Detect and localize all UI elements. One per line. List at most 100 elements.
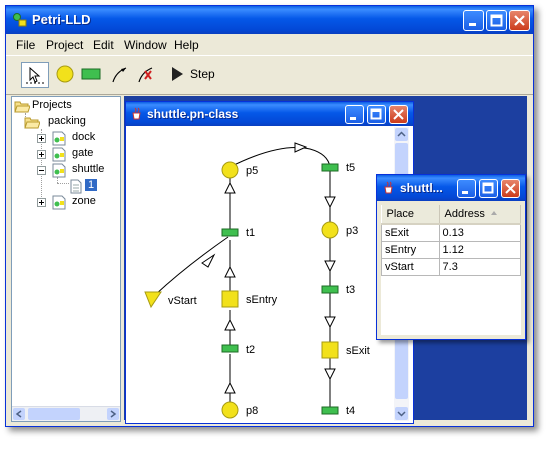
label-sexit: sExit — [346, 345, 370, 357]
table-maximize-button[interactable] — [479, 179, 498, 198]
arc-tool-button[interactable] — [109, 62, 131, 88]
tree-label: zone — [72, 195, 96, 207]
cell-address[interactable]: 7.3 — [438, 258, 522, 276]
arrowhead — [294, 142, 308, 153]
main-titlebar[interactable]: Petri-LLD — [6, 6, 533, 34]
petri-logo-icon — [13, 13, 27, 27]
tree-horizontal-scrollbar[interactable] — [12, 406, 120, 421]
table-window-titlebar[interactable]: shuttl... — [377, 175, 525, 201]
address-table-area: Place Address sExit 0.13 sEntry 1.12 vSt… — [381, 205, 522, 335]
sort-icon — [490, 211, 497, 215]
close-icon — [393, 109, 404, 120]
cell-place[interactable]: vStart — [381, 258, 440, 276]
label-sentry: sEntry — [246, 294, 278, 306]
transition-t5[interactable] — [321, 163, 339, 172]
minimize-icon — [469, 23, 476, 26]
folder-open-icon — [24, 117, 40, 129]
place-sentry[interactable] — [221, 290, 239, 308]
transition-tool-button[interactable] — [80, 62, 104, 88]
tree-label: gate — [72, 147, 94, 159]
column-header-place[interactable]: Place — [381, 205, 440, 225]
arrowhead — [324, 316, 336, 329]
cell-address[interactable]: 1.12 — [438, 241, 522, 259]
arrowhead — [224, 265, 236, 278]
label-t1: t1 — [246, 227, 255, 239]
petri-net-canvas[interactable]: p5 t5 t1 p3 vStart sEntry t3 t2 sExit p8… — [130, 127, 396, 421]
table-close-button[interactable] — [501, 179, 520, 198]
table-row[interactable]: sEntry 1.12 — [381, 241, 522, 259]
app-title: Petri-LLD — [32, 12, 91, 27]
place-sexit[interactable] — [321, 341, 339, 359]
scroll-left-button[interactable] — [13, 408, 25, 420]
net-document-icon — [52, 163, 66, 178]
arrowhead — [224, 181, 236, 194]
net-maximize-button[interactable] — [367, 105, 386, 124]
label-p8: p8 — [246, 405, 258, 417]
input-vstart[interactable] — [144, 291, 162, 309]
tree-label: Projects — [32, 99, 72, 111]
menubar: File Project Edit Window Help — [6, 34, 533, 54]
transition-rect-icon — [81, 68, 101, 80]
table-row[interactable]: vStart 7.3 — [381, 258, 522, 276]
net-document-icon — [52, 195, 66, 210]
inhibitor-arc-tool-button[interactable] — [135, 62, 157, 88]
petri-net-graph[interactable]: p5 t5 t1 p3 vStart sEntry t3 t2 sExit p8… — [130, 127, 396, 421]
cell-place[interactable]: sEntry — [381, 241, 440, 259]
table-row[interactable]: sExit 0.13 — [381, 223, 522, 242]
project-tree: Projects packing dock gate shuttle 1 zon… — [11, 96, 121, 422]
minimize-icon — [462, 191, 468, 194]
arc-p5-t5[interactable] — [229, 146, 331, 168]
maximize-icon — [370, 108, 382, 120]
transition-t3[interactable] — [321, 285, 339, 294]
net-minimize-button[interactable] — [345, 105, 364, 124]
chevron-right-icon — [110, 410, 117, 418]
net-close-button[interactable] — [389, 105, 408, 124]
net-editor-window: shuttle.pn-class p5 t5 t1 p3 vStart sEnt… — [125, 101, 414, 424]
arrowhead — [324, 260, 336, 273]
minimize-icon — [350, 117, 356, 120]
menu-project[interactable]: Project — [46, 38, 83, 52]
tree-label: dock — [72, 131, 96, 143]
menu-window[interactable]: Window — [124, 38, 167, 52]
place-tool-button[interactable] — [54, 62, 76, 88]
transition-t2[interactable] — [221, 344, 239, 353]
place-circle-icon — [56, 65, 74, 83]
cell-place[interactable]: sExit — [381, 223, 440, 242]
inhibitor-arc-icon — [138, 67, 153, 83]
scroll-thumb[interactable] — [28, 408, 80, 420]
table-minimize-button[interactable] — [457, 179, 476, 198]
transition-t4[interactable] — [321, 406, 339, 415]
arrowhead — [224, 318, 236, 331]
expand-toggle[interactable] — [37, 134, 46, 143]
collapse-toggle[interactable] — [37, 166, 46, 175]
arc-vstart-t1[interactable] — [154, 236, 229, 296]
cell-address[interactable]: 0.13 — [438, 223, 522, 242]
chevron-left-icon — [15, 410, 22, 418]
maximize-icon — [490, 14, 503, 27]
scroll-up-button[interactable] — [395, 128, 408, 141]
column-header-address[interactable]: Address — [439, 205, 522, 225]
transition-t1[interactable] — [221, 228, 239, 237]
net-window-titlebar[interactable]: shuttle.pn-class — [126, 102, 413, 126]
place-p5[interactable] — [221, 161, 239, 179]
minimize-button[interactable] — [463, 10, 484, 31]
close-button[interactable] — [509, 10, 530, 31]
folder-open-icon — [14, 101, 30, 113]
menu-file[interactable]: File — [16, 38, 35, 52]
place-p8[interactable] — [221, 401, 239, 419]
play-icon — [172, 67, 183, 81]
tree-label: packing — [48, 115, 86, 127]
menu-help[interactable]: Help — [174, 38, 199, 52]
expand-toggle[interactable] — [37, 198, 46, 207]
step-button[interactable]: Step — [166, 62, 220, 88]
expand-toggle[interactable] — [37, 150, 46, 159]
label-t5: t5 — [346, 162, 355, 174]
menu-edit[interactable]: Edit — [93, 38, 114, 52]
scroll-right-button[interactable] — [107, 408, 119, 420]
select-arrow-icon — [26, 66, 44, 84]
close-icon — [505, 183, 516, 194]
select-tool-button[interactable] — [21, 62, 49, 88]
scroll-down-button[interactable] — [395, 407, 408, 420]
maximize-button[interactable] — [486, 10, 507, 31]
place-p3[interactable] — [321, 221, 339, 239]
